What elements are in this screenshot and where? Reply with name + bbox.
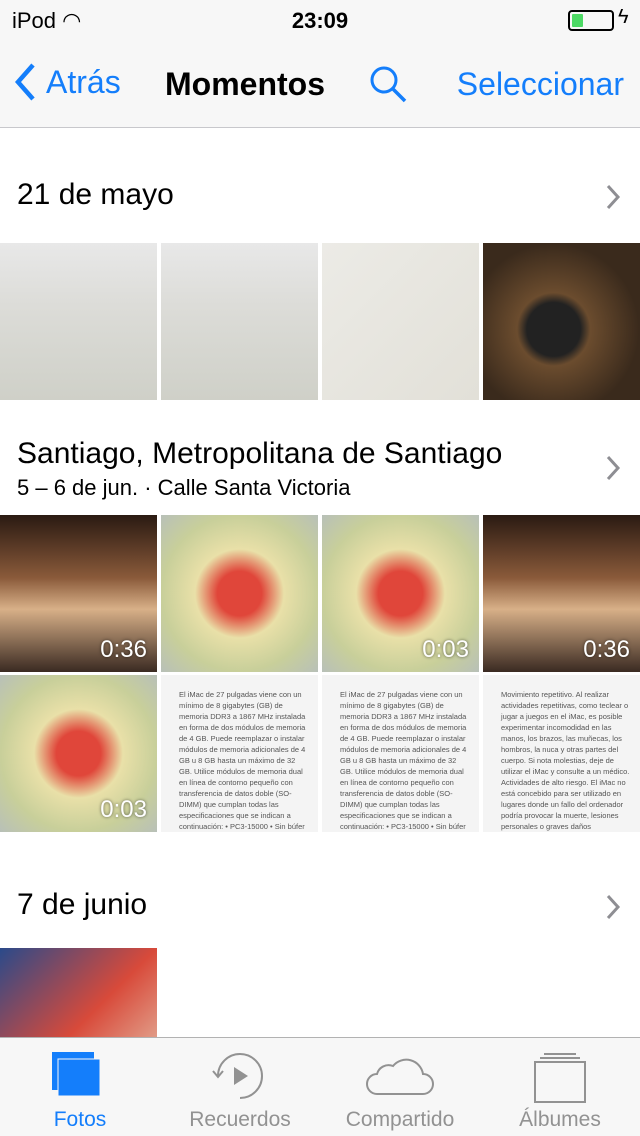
photos-icon	[52, 1052, 101, 1097]
chevron-right-icon[interactable]	[604, 453, 622, 483]
video-duration: 0:03	[422, 636, 469, 663]
video-duration: 0:03	[100, 796, 147, 823]
document-text: El iMac de 27 pulgadas viene con un míni…	[179, 690, 306, 831]
photo-thumbnail[interactable]: 0:36	[483, 515, 640, 672]
video-duration: 0:36	[100, 636, 147, 663]
wifi-icon: ◠	[62, 8, 82, 33]
tab-bar: Fotos Recuerdos Compartido Álbumes	[0, 1037, 640, 1136]
tab-albumes[interactable]: Álbumes	[480, 1038, 640, 1136]
cloud-icon	[366, 1058, 434, 1095]
photo-thumbnail[interactable]: 0:36	[0, 515, 157, 672]
clock: 23:09	[291, 8, 349, 33]
photo-thumbnail-document[interactable]: Movimiento repetitivo. Al realizar activ…	[483, 675, 640, 832]
page-title: Momentos	[165, 66, 325, 102]
battery-level	[572, 14, 584, 27]
tab-fotos[interactable]: Fotos	[0, 1038, 160, 1136]
tab-label: Fotos	[53, 1108, 107, 1131]
chevron-right-icon[interactable]	[604, 182, 622, 212]
battery-icon	[568, 10, 614, 31]
charging-icon: ϟ	[618, 6, 629, 28]
moment-section: Santiago, Metropolitana de Santiago 5 – 6…	[0, 405, 640, 500]
select-button[interactable]: Seleccionar	[430, 66, 624, 103]
moment-section: 7 de junio	[0, 860, 640, 950]
chevron-left-icon	[14, 63, 35, 101]
photo-thumbnail[interactable]	[161, 515, 318, 672]
tab-compartido[interactable]: Compartido	[320, 1038, 480, 1136]
photo-thumbnail-document[interactable]: El iMac de 27 pulgadas viene con un míni…	[322, 675, 479, 832]
status-bar: iPod ◠ 23:09 ϟ	[0, 0, 640, 40]
section-title[interactable]: 7 de junio	[17, 888, 587, 922]
document-text: Movimiento repetitivo. Al realizar activ…	[501, 690, 630, 831]
tab-label: Compartido	[345, 1108, 455, 1131]
photo-thumbnail[interactable]: 0:03	[0, 675, 157, 832]
navigation-bar: Atrás Momentos Seleccionar	[0, 40, 640, 128]
back-button[interactable]: Atrás	[14, 62, 144, 102]
tab-label: Recuerdos	[189, 1108, 291, 1131]
photo-thumbnail[interactable]	[483, 243, 640, 400]
section-title[interactable]: 21 de mayo	[17, 178, 587, 212]
section-subtitle: 5 – 6 de jun. · Calle Santa Victoria	[17, 475, 351, 500]
albums-icon	[534, 1053, 586, 1103]
document-text: El iMac de 27 pulgadas viene con un míni…	[340, 690, 467, 831]
moment-section: 21 de mayo	[0, 150, 640, 240]
back-label: Atrás	[46, 63, 121, 100]
tab-label: Álbumes	[519, 1108, 601, 1131]
memories-icon	[212, 1053, 263, 1099]
carrier: iPod ◠	[12, 8, 132, 34]
photo-thumbnail[interactable]	[322, 243, 479, 400]
search-icon[interactable]	[368, 64, 408, 104]
chevron-right-icon[interactable]	[604, 892, 622, 922]
tab-recuerdos[interactable]: Recuerdos	[160, 1038, 320, 1136]
photo-thumbnail-document[interactable]: El iMac de 27 pulgadas viene con un míni…	[161, 675, 318, 832]
photo-thumbnail[interactable]: 0:03	[322, 515, 479, 672]
carrier-label: iPod	[12, 8, 57, 33]
photo-thumbnail[interactable]	[161, 243, 318, 400]
section-title[interactable]: Santiago, Metropolitana de Santiago	[17, 437, 587, 471]
video-duration: 0:36	[583, 636, 630, 663]
photo-thumbnail[interactable]	[0, 243, 157, 400]
